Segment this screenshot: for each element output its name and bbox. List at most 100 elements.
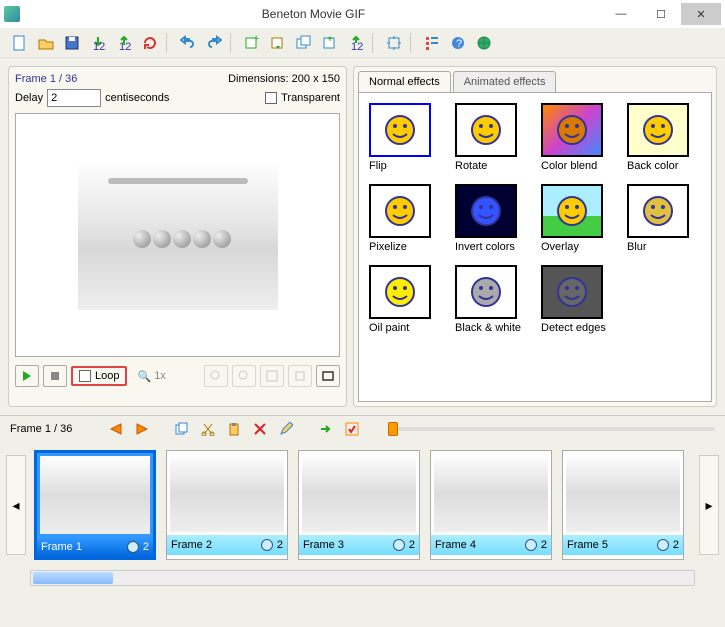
redo-icon[interactable] (202, 31, 226, 55)
paste-icon[interactable] (224, 420, 244, 438)
effect-thumb[interactable] (455, 265, 517, 319)
open-icon[interactable] (34, 31, 58, 55)
effect-label: Overlay (541, 241, 615, 253)
frame-thumb[interactable]: Frame 12 (34, 450, 156, 560)
effect-label: Detect edges (541, 322, 615, 334)
effect-flip[interactable]: Flip (369, 103, 443, 172)
copy-icon[interactable] (172, 420, 192, 438)
effect-thumb[interactable] (627, 184, 689, 238)
resize-icon[interactable] (382, 31, 406, 55)
frame-dup-icon[interactable] (292, 31, 316, 55)
edit-icon[interactable] (276, 420, 296, 438)
tab-animated-effects[interactable]: Animated effects (453, 71, 557, 92)
delete-icon[interactable] (250, 420, 270, 438)
move-right-icon[interactable] (316, 420, 336, 438)
effect-back-color[interactable]: Back color (627, 103, 701, 172)
frame-image (566, 454, 680, 532)
strip-next-button[interactable]: ▸ (699, 455, 719, 555)
zoom-out-btn[interactable] (232, 365, 256, 387)
import-icon[interactable]: 123 (86, 31, 110, 55)
frame-label: Frame 1 (41, 541, 82, 553)
frame-label: Frame 3 (303, 539, 344, 551)
frame-thumb[interactable]: Frame 3 2 (298, 450, 420, 560)
play-button[interactable] (15, 365, 39, 387)
export-icon[interactable]: 123 (112, 31, 136, 55)
slider-knob[interactable] (388, 422, 398, 436)
frame-delay: 2 (409, 539, 415, 551)
maximize-button[interactable]: ☐ (641, 3, 681, 25)
web-icon[interactable] (472, 31, 496, 55)
effect-label: Rotate (455, 160, 529, 172)
delay-input[interactable] (47, 89, 101, 107)
stop-button[interactable] (43, 365, 67, 387)
frame-delay: 2 (277, 539, 283, 551)
scrollbar-thumb[interactable] (33, 572, 113, 584)
effect-thumb[interactable] (455, 103, 517, 157)
effect-thumb[interactable] (541, 103, 603, 157)
effect-black-white[interactable]: Black & white (455, 265, 529, 334)
frame-thumb[interactable]: Frame 2 2 (166, 450, 288, 560)
zoom-out-icon[interactable]: 🔍 (137, 370, 151, 383)
frame-image (434, 454, 548, 532)
save-icon[interactable] (60, 31, 84, 55)
frame-renumber-icon[interactable]: 123 (344, 31, 368, 55)
frame-thumb[interactable]: Frame 42 (430, 450, 552, 560)
effect-thumb[interactable] (369, 184, 431, 238)
delay-unit: centiseconds (105, 92, 169, 104)
effect-color-blend[interactable]: Color blend (541, 103, 615, 172)
new-icon[interactable] (8, 31, 32, 55)
frame-move-icon[interactable] (318, 31, 342, 55)
app-icon (4, 6, 20, 22)
effect-thumb[interactable] (541, 184, 603, 238)
frame-image (302, 454, 416, 532)
frame-toolbar: Frame 1 / 36 (0, 415, 725, 442)
minimize-button[interactable]: — (601, 3, 641, 25)
frame-thumb[interactable]: Frame 52 (562, 450, 684, 560)
strip-scrollbar[interactable] (30, 570, 695, 586)
transparent-checkbox[interactable] (265, 92, 277, 104)
fit-icon[interactable] (260, 365, 284, 387)
effect-pixelize[interactable]: Pixelize (369, 184, 443, 253)
effect-thumb[interactable] (369, 265, 431, 319)
zoom-in-icon[interactable] (204, 365, 228, 387)
dimensions-label: Dimensions: 200 x 150 (228, 73, 340, 85)
effect-thumb[interactable] (369, 103, 431, 157)
frame-label: Frame 2 (171, 539, 212, 551)
zoom-label: 1x (154, 370, 166, 382)
effect-oil-paint[interactable]: Oil paint (369, 265, 443, 334)
close-button[interactable]: ✕ (681, 3, 721, 25)
tab-normal-effects[interactable]: Normal effects (358, 71, 451, 92)
effect-overlay[interactable]: Overlay (541, 184, 615, 253)
effect-invert-colors[interactable]: Invert colors (455, 184, 529, 253)
prev-frame-icon[interactable] (106, 420, 126, 438)
properties-icon[interactable] (420, 31, 444, 55)
reload-icon[interactable] (138, 31, 162, 55)
select-all-icon[interactable] (342, 420, 362, 438)
help-icon[interactable]: ? (446, 31, 470, 55)
effect-thumb[interactable] (455, 184, 517, 238)
effect-rotate[interactable]: Rotate (455, 103, 529, 172)
frame-image (170, 454, 284, 532)
clock-icon (261, 539, 273, 551)
fullscreen-icon[interactable] (316, 365, 340, 387)
next-frame-icon[interactable] (132, 420, 152, 438)
effect-label: Black & white (455, 322, 529, 334)
frame-insert-icon[interactable] (266, 31, 290, 55)
svg-text:+: + (253, 35, 259, 45)
frame-slider[interactable] (388, 427, 715, 431)
svg-text:123: 123 (93, 41, 106, 51)
effect-detect-edges[interactable]: Detect edges (541, 265, 615, 334)
effect-blur[interactable]: Blur (627, 184, 701, 253)
frame-counter: Frame 1 / 36 (15, 73, 77, 85)
actual-icon[interactable] (288, 365, 312, 387)
clock-icon (393, 539, 405, 551)
strip-prev-button[interactable]: ◂ (6, 455, 26, 555)
loop-checkbox[interactable] (79, 370, 91, 382)
effect-thumb[interactable] (541, 265, 603, 319)
frame-add-icon[interactable]: + (240, 31, 264, 55)
cut-icon[interactable] (198, 420, 218, 438)
clock-icon (525, 539, 537, 551)
effect-thumb[interactable] (627, 103, 689, 157)
loop-option[interactable]: Loop (71, 366, 127, 386)
undo-icon[interactable] (176, 31, 200, 55)
